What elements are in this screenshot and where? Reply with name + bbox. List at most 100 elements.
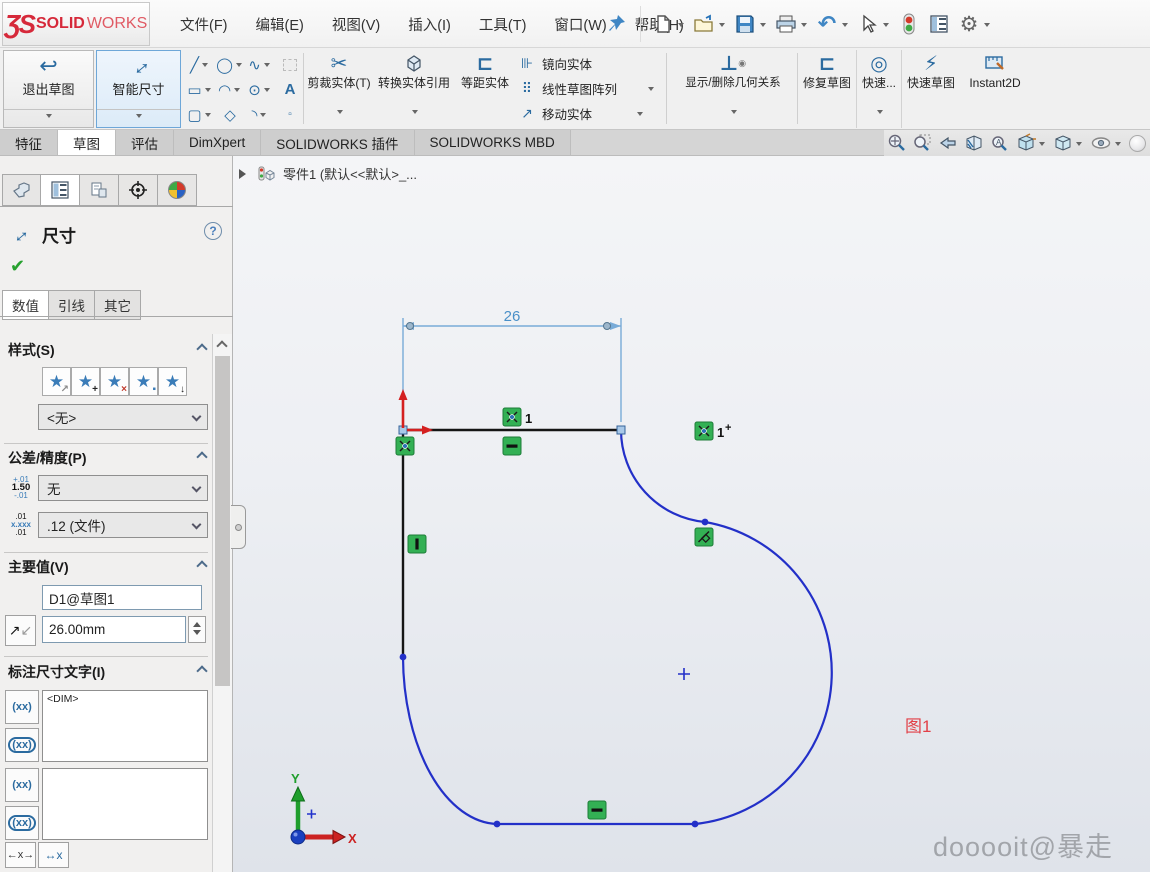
hide-show-items-button[interactable] <box>1088 131 1125 155</box>
dropdown-caret[interactable] <box>678 23 684 30</box>
quick-snaps-button[interactable]: ◎ 快速... <box>856 50 902 128</box>
ok-check-icon[interactable]: ✔ <box>10 256 25 277</box>
graphics-area[interactable]: 零件1 (默认<<默认>_... 26 <box>233 156 1150 872</box>
tolerance-section-header[interactable]: 公差/精度(P) <box>8 448 87 468</box>
tab-dimxpert[interactable]: DimXpert <box>174 130 261 155</box>
scroll-up-icon[interactable] <box>216 340 227 351</box>
slot-tool[interactable]: ▢ <box>185 102 215 127</box>
constraint-badges[interactable]: 1 1 + <box>396 408 731 819</box>
override-value-oval-button[interactable]: (xx) <box>5 728 39 762</box>
primary-value-section-header[interactable]: 主要值(V) <box>8 557 69 577</box>
point-tool[interactable]: ▫ <box>275 102 305 127</box>
spinner-down-icon[interactable] <box>193 630 201 639</box>
sketch-viewport[interactable]: 26 <box>233 156 1150 872</box>
linear-pattern-button[interactable]: ⠿ 线性草图阵列 <box>517 76 656 101</box>
circle-tool[interactable]: ◯ <box>215 52 245 77</box>
menu-view[interactable]: 视图(V) <box>320 8 392 41</box>
relations-dropdown[interactable] <box>728 114 739 128</box>
coincident-constraint-icon[interactable] <box>396 437 414 455</box>
sketch-endpoints[interactable] <box>399 426 708 827</box>
new-document-button[interactable] <box>648 7 689 41</box>
override-value-button[interactable]: (xx) <box>5 690 39 724</box>
exit-sketch-dropdown[interactable] <box>4 109 93 127</box>
save-style-button[interactable]: ★▪ <box>129 367 158 396</box>
rapid-sketch-button[interactable]: ⚡ 快速草图 <box>905 50 957 128</box>
task-pane-button[interactable] <box>924 7 954 41</box>
dropdown-caret[interactable] <box>719 23 725 30</box>
dropdown-caret[interactable] <box>984 23 990 30</box>
horizontal-constraint-icon[interactable] <box>503 437 521 455</box>
sketch-entities[interactable] <box>403 430 832 824</box>
zoom-area-button[interactable] <box>910 131 934 155</box>
collapse-style-icon[interactable] <box>196 343 207 354</box>
menu-insert[interactable]: 插入(I) <box>396 8 463 41</box>
quick-snaps-dropdown[interactable] <box>874 114 885 128</box>
dimension-name-field[interactable]: D1@草图1 <box>42 585 202 610</box>
settings-button[interactable]: ⚙ <box>954 7 995 41</box>
load-style-button[interactable]: ★↓ <box>158 367 187 396</box>
fillet-tool[interactable]: ◝ <box>245 102 275 127</box>
open-button[interactable] <box>689 7 730 41</box>
tab-display-manager[interactable] <box>158 174 197 206</box>
instant2d-button[interactable]: Instant2D <box>960 50 1030 128</box>
tolerance-dropdown[interactable]: 无 <box>38 475 208 501</box>
dimension-text-area-2[interactable] <box>42 768 208 840</box>
panel-flyout-handle[interactable] <box>231 505 246 549</box>
tab-feature-manager[interactable] <box>2 174 41 206</box>
exit-sketch-button[interactable]: ↩ 退出草图 <box>3 50 94 128</box>
line-tool[interactable]: ╱ <box>185 52 215 77</box>
override-value2-oval-button[interactable]: (xx) <box>5 806 39 840</box>
style-section-header[interactable]: 样式(S) <box>8 340 55 360</box>
tab-solidworks-addins[interactable]: SOLIDWORKS 插件 <box>261 130 414 155</box>
pin-menu-icon[interactable] <box>604 12 628 36</box>
precision-dropdown[interactable]: .12 (文件) <box>38 512 208 538</box>
ellipse-tool[interactable]: ⊙ <box>245 77 275 102</box>
menu-file[interactable]: 文件(F) <box>168 8 240 41</box>
vertical-constraint-icon[interactable] <box>408 535 426 553</box>
collapse-tolerance-icon[interactable] <box>196 451 207 462</box>
plane-tool[interactable] <box>275 52 305 77</box>
dropdown-caret[interactable] <box>801 23 807 30</box>
help-icon[interactable]: ? <box>204 222 222 240</box>
spinner-up-icon[interactable] <box>193 618 201 627</box>
repair-sketch-button[interactable]: ⊏ 修复草图 <box>800 50 854 128</box>
scrollbar-thumb[interactable] <box>215 356 230 686</box>
arc-tool[interactable]: ◠ <box>215 77 245 102</box>
undo-button[interactable]: ↶ <box>812 7 853 41</box>
override-value2-button[interactable]: (xx) <box>5 768 39 802</box>
expand-tree-icon[interactable] <box>239 169 251 179</box>
dimension-26[interactable]: 26 <box>403 308 621 422</box>
collapse-primary-icon[interactable] <box>196 560 207 571</box>
view-settings-button[interactable]: A <box>988 131 1012 155</box>
tab-evaluate[interactable]: 评估 <box>116 130 174 155</box>
value-spinner[interactable] <box>188 616 206 643</box>
text-tool[interactable]: A <box>275 77 305 102</box>
dimension-text-section-header[interactable]: 标注尺寸文字(I) <box>8 662 105 682</box>
sketch-origin[interactable] <box>399 389 434 435</box>
vertex-handle[interactable] <box>617 426 625 434</box>
driven-dimension-button[interactable]: ↗↙ <box>5 615 36 646</box>
display-delete-relations-button[interactable]: ⊥◉ 显示/删除几何关系 <box>670 50 796 128</box>
apply-default-style-button[interactable]: ★↗ <box>42 367 71 396</box>
menu-tools[interactable]: 工具(T) <box>467 8 539 41</box>
view-orientation-button[interactable] <box>1014 131 1049 155</box>
edit-appearance-button[interactable] <box>1127 131 1148 155</box>
style-dropdown[interactable]: <无> <box>38 404 208 430</box>
display-style-button[interactable] <box>1051 131 1086 155</box>
smart-dimension-dropdown[interactable] <box>97 109 180 127</box>
coincident-constraint-icon[interactable] <box>503 408 521 426</box>
dropdown-caret[interactable] <box>883 23 889 30</box>
previous-view-button[interactable] <box>936 131 960 155</box>
panel-scrollbar[interactable] <box>212 334 232 872</box>
tab-features[interactable]: 特征 <box>0 130 58 155</box>
offset-text-button[interactable]: ↔x <box>38 842 69 868</box>
mirror-entities-button[interactable]: ⊪ 镜向实体 <box>517 51 656 76</box>
convert-entities-button[interactable]: 转换实体引用 <box>373 50 455 128</box>
tab-sketch[interactable]: 草图 <box>58 130 116 155</box>
horizontal-constraint-icon[interactable] <box>588 801 606 819</box>
dimension-text-area[interactable]: <DIM> <box>42 690 208 762</box>
sketch-arc-top-right[interactable] <box>621 430 705 522</box>
save-button[interactable] <box>730 7 771 41</box>
spline-tool[interactable]: ∿ <box>245 52 275 77</box>
trim-dropdown[interactable] <box>334 114 345 128</box>
